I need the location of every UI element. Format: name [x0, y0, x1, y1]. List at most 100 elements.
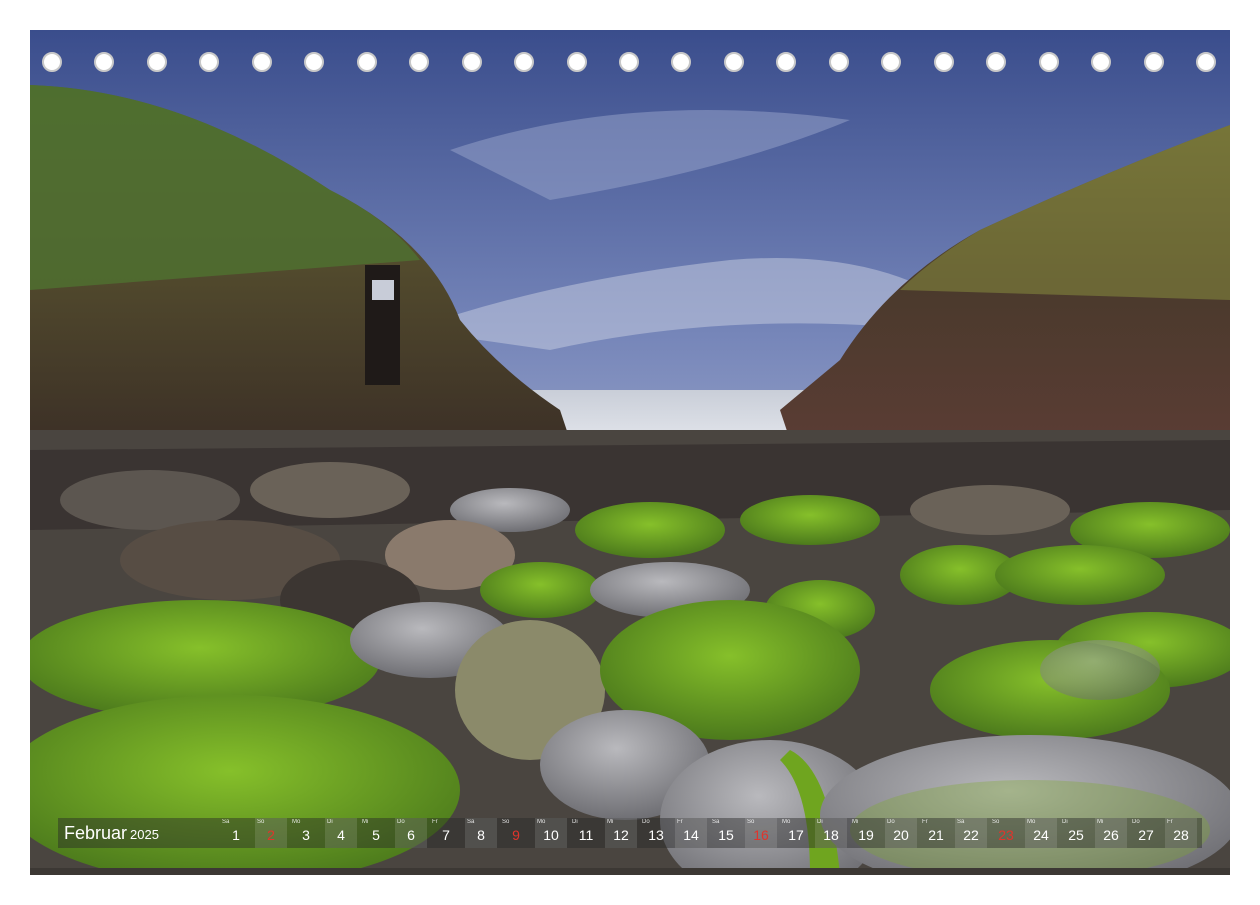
day-number: 8 — [477, 827, 485, 843]
day-cell: Do 13 — [640, 818, 672, 848]
day-number: 5 — [372, 827, 380, 843]
weekday-label: Sa — [222, 819, 230, 825]
day-cell: Mo 3 — [290, 818, 322, 848]
day-cell: Mi 19 — [850, 818, 882, 848]
weekday-label: Do — [642, 819, 650, 825]
binding-hole — [1143, 52, 1164, 72]
day-number: 22 — [963, 827, 979, 843]
day-number: 28 — [1173, 827, 1189, 843]
binding-hole — [94, 52, 115, 72]
weekday-label: Mi — [362, 819, 369, 825]
day-cell: Sa 15 — [710, 818, 742, 848]
day-cell: So 9 — [500, 818, 532, 848]
day-number: 15 — [718, 827, 734, 843]
month-name: Februar — [64, 823, 128, 843]
binding-hole — [304, 52, 325, 72]
binding-hole — [461, 52, 482, 72]
weekday-label: Di — [817, 819, 823, 825]
day-cell: Di 18 — [815, 818, 847, 848]
day-number: 27 — [1138, 827, 1154, 843]
day-number: 16 — [753, 827, 769, 843]
weekday-label: Di — [327, 819, 333, 825]
binding-hole — [566, 52, 587, 72]
weekday-label: Mi — [852, 819, 859, 825]
weekday-label: Sa — [467, 819, 475, 825]
day-number: 4 — [337, 827, 345, 843]
day-number: 20 — [893, 827, 909, 843]
day-number: 14 — [683, 827, 699, 843]
binding-hole — [1196, 52, 1216, 72]
day-cell: So 16 — [745, 818, 777, 848]
day-cell: Di 25 — [1060, 818, 1092, 848]
binding-holes — [30, 52, 1230, 80]
binding-hole — [776, 52, 797, 72]
landscape-illustration — [30, 30, 1230, 875]
binding-hole — [146, 52, 167, 72]
day-number: 7 — [442, 827, 450, 843]
day-cell: Fr 21 — [920, 818, 952, 848]
day-cell: Do 20 — [885, 818, 917, 848]
binding-hole — [251, 52, 272, 72]
weekday-label: Mo — [292, 819, 301, 825]
weekday-label: Do — [887, 819, 895, 825]
day-number: 10 — [543, 827, 559, 843]
weekday-label: So — [502, 819, 510, 825]
binding-hole — [881, 52, 902, 72]
day-cell: Mi 5 — [360, 818, 392, 848]
calendar-photo-rocky-cove — [30, 30, 1230, 875]
day-cell: Sa 1 — [220, 818, 252, 848]
day-number: 17 — [788, 827, 804, 843]
binding-hole — [1091, 52, 1112, 72]
day-cell: So 2 — [255, 818, 287, 848]
calendar-bar: Februar 2025 Sa 1 So 2 Mo 3 Di 4 Mi 5 Do 6 Fr 7 Sa 8 So 9 M… — [58, 818, 1202, 848]
year-label: 2025 — [130, 827, 159, 842]
binding-hole — [671, 52, 692, 72]
day-number: 2 — [267, 827, 275, 843]
day-cell: Do 6 — [395, 818, 427, 848]
day-cell: So 23 — [990, 818, 1022, 848]
day-number: 3 — [302, 827, 310, 843]
day-number: 21 — [928, 827, 944, 843]
weekday-label: So — [747, 819, 755, 825]
weekday-label: Fr — [922, 819, 928, 825]
weekday-label: Fr — [1167, 819, 1173, 825]
day-cell: Mo 10 — [535, 818, 567, 848]
weekday-label: Sa — [712, 819, 720, 825]
day-cell: Mi 26 — [1095, 818, 1127, 848]
day-cell: Sa 8 — [465, 818, 497, 848]
weekday-label: So — [257, 819, 265, 825]
day-number: 13 — [648, 827, 664, 843]
binding-hole — [986, 52, 1007, 72]
binding-hole — [199, 52, 220, 72]
day-cell: Do 27 — [1130, 818, 1162, 848]
weekday-label: Di — [572, 819, 578, 825]
day-number: 24 — [1033, 827, 1049, 843]
day-strip: Sa 1 So 2 Mo 3 Di 4 Mi 5 Do 6 Fr 7 Sa 8 So 9 Mo 10 Di 11 Mi 12 D… — [220, 818, 1200, 848]
binding-hole — [1038, 52, 1059, 72]
day-cell: Fr 14 — [675, 818, 707, 848]
day-cell: Mo 24 — [1025, 818, 1057, 848]
binding-hole — [356, 52, 377, 72]
day-number: 18 — [823, 827, 839, 843]
day-number: 11 — [578, 827, 594, 843]
day-cell: Fr 28 — [1165, 818, 1197, 848]
weekday-label: Mo — [782, 819, 791, 825]
binding-hole — [933, 52, 954, 72]
binding-hole — [619, 52, 639, 72]
day-cell: Di 4 — [325, 818, 357, 848]
weekday-label: Di — [1062, 819, 1068, 825]
day-number: 9 — [512, 827, 520, 843]
binding-hole — [42, 52, 62, 72]
day-number: 19 — [858, 827, 874, 843]
weekday-label: Sa — [957, 819, 965, 825]
binding-hole — [723, 52, 744, 72]
day-number: 23 — [998, 827, 1014, 843]
binding-hole — [409, 52, 430, 72]
weekday-label: Fr — [432, 819, 438, 825]
weekday-label: Mi — [1097, 819, 1104, 825]
weekday-label: Mo — [1027, 819, 1036, 825]
day-number: 6 — [407, 827, 415, 843]
month-title: Februar 2025 — [64, 822, 159, 846]
day-cell: Mo 17 — [780, 818, 812, 848]
weekday-label: So — [992, 819, 1000, 825]
